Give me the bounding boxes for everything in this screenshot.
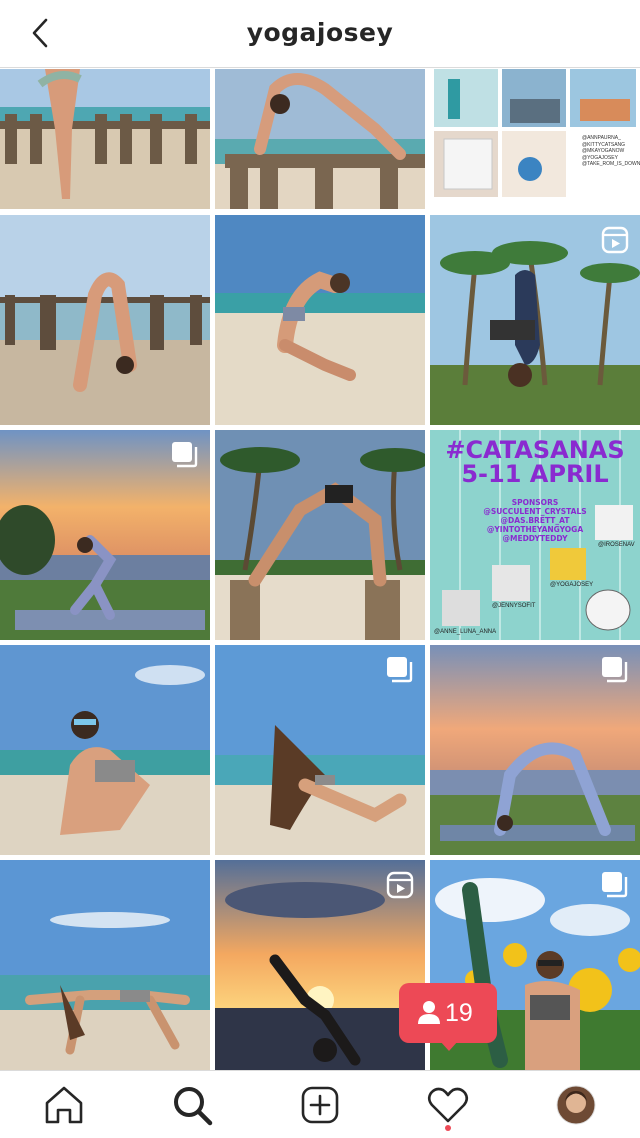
collage-handle: @TAKE_ROM_IS_DOWN <box>582 161 640 167</box>
post-beach-sunglasses-pose[interactable] <box>0 645 210 855</box>
post-beach-wheel-pier[interactable] <box>215 69 425 209</box>
collage-handles: @ANNPAURNA_ @KITTYCATSANG @MKAYOGANOW @Y… <box>582 135 640 168</box>
poster-title-line1: #CATASANAS <box>445 436 625 464</box>
photo-image <box>215 430 425 640</box>
nav-activity[interactable] <box>424 1081 472 1129</box>
photo-image <box>0 215 210 425</box>
reel-icon <box>386 871 414 899</box>
photo-image <box>0 645 210 855</box>
nav-new-post[interactable] <box>296 1081 344 1129</box>
activity-indicator-dot <box>445 1125 451 1131</box>
sponsor-handle: @YINTOTHEYANGYOGA <box>486 525 584 534</box>
sponsor-handle: @MEDDYTEDDY <box>502 534 568 543</box>
post-sunset-headstand[interactable] <box>215 860 425 1070</box>
sponsors-label: SPONSORS <box>511 498 559 507</box>
carousel-icon <box>602 657 628 683</box>
top-header: yogajosey <box>0 0 640 68</box>
photo-image <box>0 69 210 209</box>
user-icon <box>418 1001 440 1024</box>
post-beach-handstand-pier[interactable] <box>0 69 210 209</box>
photo-image <box>0 860 210 1070</box>
notification-count: 19 <box>445 999 473 1027</box>
poster-handle: @ANNE_LUNA_ANNA <box>434 629 497 635</box>
nav-home[interactable] <box>40 1081 88 1129</box>
add-post-icon <box>301 1086 339 1124</box>
post-sunset-lunge[interactable] <box>0 430 210 640</box>
post-beach-seated-backbend[interactable] <box>215 645 425 855</box>
post-beach-backbend-pier[interactable] <box>0 215 210 425</box>
post-catasanas-poster[interactable]: #CATASANAS 5-11 APRIL SPONSORS @SUCCULEN… <box>430 430 640 640</box>
poster-title: #CATASANAS 5-11 APRIL <box>430 438 640 486</box>
nav-profile[interactable] <box>552 1081 600 1129</box>
photo-image <box>215 215 425 425</box>
page-title: yogajosey <box>246 18 394 47</box>
reel-icon <box>601 226 629 254</box>
carousel-icon <box>602 872 628 898</box>
photo-image <box>215 69 425 209</box>
search-icon <box>174 1087 213 1126</box>
carousel-icon <box>172 442 198 468</box>
post-beach-crab-pose[interactable] <box>0 860 210 1070</box>
profile-avatar <box>556 1085 596 1125</box>
poster-title-line2: 5-11 APRIL <box>461 460 609 488</box>
post-palm-posts-balance[interactable] <box>215 430 425 640</box>
poster-sponsors: SPONSORS @SUCCULENT_CRYSTALS @DAS.BRETT_… <box>470 498 600 543</box>
heart-icon <box>427 1087 469 1123</box>
post-mat-wheel[interactable] <box>430 645 640 855</box>
poster-handle: @YOGAJOSEY <box>550 582 594 588</box>
poster-handle: @IROSENAV <box>598 542 635 548</box>
new-followers-notification[interactable]: 19 <box>399 983 497 1043</box>
sponsor-handle: @SUCCULENT_CRYSTALS <box>483 507 587 516</box>
bottom-nav <box>0 1070 640 1138</box>
post-collage[interactable]: @ANNPAURNA_ @KITTYCATSANG @MKAYOGANOW @Y… <box>430 69 640 209</box>
notification-pointer <box>440 1041 458 1051</box>
carousel-icon <box>387 657 413 683</box>
poster-handle: @JENNYSOFIT <box>492 603 536 609</box>
post-palm-forearm-stand[interactable] <box>430 215 640 425</box>
home-icon <box>45 1086 83 1124</box>
nav-search[interactable] <box>168 1081 216 1129</box>
post-beach-sand-backbend[interactable] <box>215 215 425 425</box>
sponsor-handle: @DAS.BRETT_AT <box>500 516 570 525</box>
